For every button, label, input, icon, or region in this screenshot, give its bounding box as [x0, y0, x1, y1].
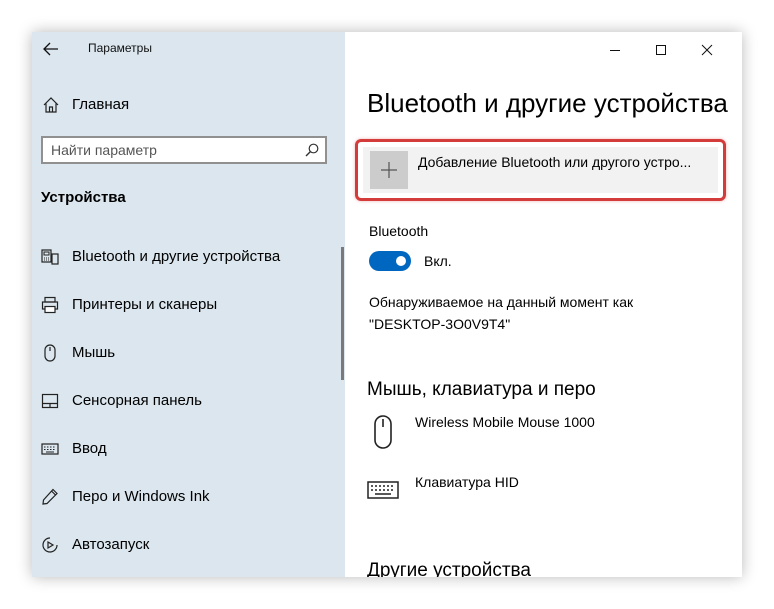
- sidebar-item-printers[interactable]: Принтеры и сканеры: [32, 290, 332, 320]
- printer-icon: [41, 296, 59, 314]
- plus-icon: [381, 162, 397, 178]
- toggle-knob: [396, 256, 406, 266]
- plus-tile: [370, 151, 408, 189]
- sidebar-item-label: Главная: [72, 96, 130, 113]
- keyboard-icon: [41, 443, 59, 455]
- maximize-icon: [656, 45, 666, 55]
- section-title-input-devices: Мышь, клавиатура и перо: [367, 379, 596, 400]
- close-icon: [701, 44, 713, 56]
- device-label: Wireless Mobile Mouse 1000: [415, 414, 595, 430]
- settings-window: Параметры Главная Устройства: [32, 32, 742, 577]
- sidebar-scrollbar[interactable]: [341, 247, 344, 380]
- main-content: Bluetooth и другие устройства Добавление…: [345, 32, 742, 577]
- search-input[interactable]: [51, 141, 291, 159]
- sidebar-item-bluetooth[interactable]: Bluetooth и другие устройства: [32, 242, 332, 272]
- sidebar-item-mouse[interactable]: Мышь: [32, 338, 332, 368]
- bluetooth-state-label: Вкл.: [424, 253, 452, 269]
- sidebar-item-label: Принтеры и сканеры: [72, 296, 218, 313]
- sidebar: Параметры Главная Устройства: [32, 32, 345, 577]
- section-title-other-devices: Другие устройства: [367, 560, 531, 577]
- autoplay-icon: [42, 537, 58, 553]
- touchpad-icon: [41, 393, 59, 409]
- minimize-button[interactable]: [592, 35, 638, 63]
- discoverable-text: Обнаруживаемое на данный момент как: [369, 294, 634, 310]
- search-box[interactable]: [41, 136, 327, 164]
- sidebar-item-pen[interactable]: Перо и Windows Ink: [32, 482, 332, 512]
- page-title: Bluetooth и другие устройства: [367, 88, 728, 118]
- pen-icon: [42, 488, 58, 505]
- sidebar-item-label: Автозапуск: [72, 536, 150, 553]
- bluetooth-devices-icon: [41, 249, 59, 265]
- back-arrow-icon: [43, 42, 58, 56]
- add-device-button[interactable]: Добавление Bluetooth или другого устро..…: [363, 147, 718, 193]
- app-title: Параметры: [88, 41, 152, 55]
- section-title-devices: Устройства: [41, 189, 126, 206]
- sidebar-item-touchpad[interactable]: Сенсорная панель: [32, 386, 332, 416]
- back-button[interactable]: [40, 38, 62, 60]
- close-button[interactable]: [684, 35, 730, 63]
- sidebar-item-label: Сенсорная панель: [72, 392, 202, 409]
- add-device-label: Добавление Bluetooth или другого устро..…: [418, 154, 692, 170]
- bluetooth-label: Bluetooth: [369, 223, 429, 239]
- sidebar-item-home[interactable]: Главная: [38, 92, 328, 118]
- maximize-button[interactable]: [638, 35, 684, 63]
- device-label: Клавиатура HID: [415, 474, 519, 490]
- home-icon: [43, 97, 59, 113]
- mouse-icon: [44, 344, 56, 362]
- bluetooth-toggle[interactable]: [369, 251, 411, 271]
- sidebar-item-label: Мышь: [72, 344, 116, 361]
- sidebar-item-autoplay[interactable]: Автозапуск: [32, 530, 332, 560]
- keyboard-icon: [367, 481, 399, 499]
- sidebar-item-label: Bluetooth и другие устройства: [72, 248, 281, 265]
- device-item-mouse[interactable]: Wireless Mobile Mouse 1000: [367, 414, 727, 454]
- search-icon[interactable]: [305, 143, 319, 157]
- minimize-icon: [610, 50, 620, 51]
- device-name-text: "DESKTOP-3O0V9T4": [369, 316, 511, 332]
- mouse-icon: [374, 415, 392, 449]
- device-item-keyboard[interactable]: Клавиатура HID: [367, 474, 727, 514]
- sidebar-item-label: Ввод: [72, 440, 107, 457]
- sidebar-item-label: Перо и Windows Ink: [72, 488, 210, 505]
- sidebar-item-input[interactable]: Ввод: [32, 434, 332, 464]
